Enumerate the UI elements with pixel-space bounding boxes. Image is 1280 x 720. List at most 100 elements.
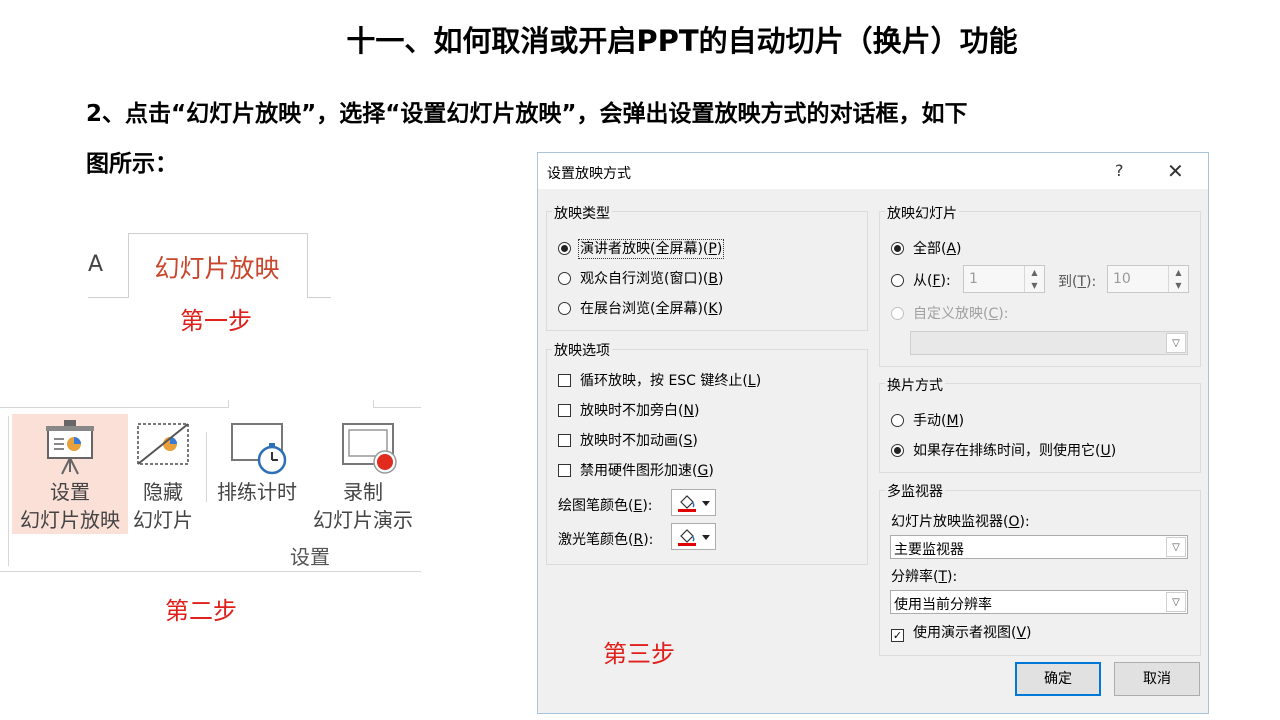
rehearse-timings-icon xyxy=(231,423,287,475)
option-text: 观众自行浏览(窗口)( xyxy=(580,271,709,287)
paragraph-line-2: 图所示： xyxy=(86,151,178,177)
access-key: L xyxy=(747,373,756,389)
button-label-line: 设置 xyxy=(50,480,90,504)
dialog-title: 设置放映方式 xyxy=(547,166,631,182)
button-label-line: 幻灯片放映 xyxy=(20,508,120,532)
setup-slideshow-button[interactable]: 设置 幻灯片放映 xyxy=(12,414,128,534)
spinner-arrows-icon[interactable]: ▲ ▼ xyxy=(1168,266,1188,292)
record-slideshow-button[interactable]: 录制 幻灯片演示 xyxy=(305,414,421,534)
dialog-titlebar[interactable] xyxy=(538,153,1208,189)
access-key: F xyxy=(932,273,941,289)
dropdown-value: 使用当前分辨率 xyxy=(894,597,992,613)
access-key: T xyxy=(938,569,948,585)
to-slide-spinner[interactable]: 10 ▲ ▼ xyxy=(1107,265,1189,293)
button-label-line: 录制 xyxy=(343,480,383,504)
radio-all-slides[interactable]: 全部(A) xyxy=(891,238,962,258)
radio-indicator xyxy=(891,274,904,287)
access-key: V xyxy=(1016,625,1027,641)
access-key: M xyxy=(946,413,959,429)
spinner-value: 1 xyxy=(969,271,978,287)
paint-bucket-icon xyxy=(678,495,710,512)
record-slideshow-label: 录制 幻灯片演示 xyxy=(305,478,421,534)
chevron-down-icon[interactable]: ▽ xyxy=(1166,537,1186,557)
chevron-down-icon[interactable]: ▽ xyxy=(1166,333,1186,353)
help-button[interactable]: ? xyxy=(1115,161,1124,180)
access-key: B xyxy=(708,271,718,287)
label-text: 激光笔颜色( xyxy=(558,532,634,548)
access-key: N xyxy=(683,403,694,419)
ribbon-separator xyxy=(8,416,9,566)
slideshow-monitor-dropdown[interactable]: 主要监视器 ▽ xyxy=(890,535,1188,559)
access-key: G xyxy=(697,463,709,479)
check-no-narration[interactable]: 放映时不加旁白(N) xyxy=(558,400,699,420)
from-slide-spinner[interactable]: 1 ▲ ▼ xyxy=(963,265,1045,293)
tab-baseline xyxy=(306,297,331,298)
rehearse-timings-button[interactable]: 排练计时 xyxy=(210,414,304,534)
hide-slide-button[interactable]: 隐藏 幻灯片 xyxy=(128,414,198,534)
ok-button[interactable]: 确定 xyxy=(1015,662,1101,696)
resolution-dropdown[interactable]: 使用当前分辨率 ▽ xyxy=(890,590,1188,614)
step-3-label: 第三步 xyxy=(603,640,675,668)
record-slideshow-icon xyxy=(342,423,397,474)
ribbon-top-border xyxy=(0,407,228,408)
radio-from-slides[interactable]: 从(F): xyxy=(891,270,951,290)
setup-show-dialog: 设置放映方式 ? ✕ 放映类型 演讲者放映(全屏幕)(P) 观众自行浏览(窗口)… xyxy=(537,152,1209,714)
tab-baseline xyxy=(88,297,129,298)
show-type-label: 放映类型 xyxy=(552,203,612,223)
ribbon-bottom-border xyxy=(0,571,421,572)
check-loop[interactable]: 循环放映，按 ESC 键终止(L) xyxy=(558,370,761,390)
advance-slides-label: 换片方式 xyxy=(885,375,945,395)
checkmark-icon: ✓ xyxy=(891,629,904,642)
paragraph-line-1: 2、点击“幻灯片放映”，选择“设置幻灯片放映”，会弹出设置放映方式的对话框，如下 xyxy=(86,101,968,127)
radio-use-timings[interactable]: 如果存在排练时间，则使用它(U) xyxy=(891,440,1116,460)
access-key: U xyxy=(1100,443,1111,459)
ribbon-separator xyxy=(206,432,207,502)
access-key: E xyxy=(633,498,643,514)
access-key: T xyxy=(1077,274,1087,290)
show-options-label: 放映选项 xyxy=(552,340,612,360)
radio-label: 演讲者放映(全屏幕)(P) xyxy=(577,239,725,259)
cancel-button[interactable]: 取消 xyxy=(1114,662,1200,696)
option-text: 全部( xyxy=(913,241,947,257)
hide-slide-label: 隐藏 幻灯片 xyxy=(128,478,198,534)
label-text: 幻灯片放映监视器( xyxy=(891,514,1009,530)
radio-indicator xyxy=(891,444,904,457)
tab-slideshow-label: 幻灯片放映 xyxy=(154,254,280,283)
slide-title: 十一、如何取消或开启PPT的自动切片（换片）功能 xyxy=(346,24,1018,58)
custom-show-dropdown[interactable]: ▽ xyxy=(910,331,1188,355)
close-icon[interactable]: ✕ xyxy=(1167,159,1184,183)
label-text: 到( xyxy=(1058,274,1078,290)
previous-tab-fragment[interactable]: A xyxy=(88,252,103,277)
option-text: 在展台浏览(全屏幕)( xyxy=(580,301,709,317)
radio-browsed-window[interactable]: 观众自行浏览(窗口)(B) xyxy=(558,268,723,288)
access-key: A xyxy=(946,241,957,257)
radio-manual[interactable]: 手动(M) xyxy=(891,410,964,430)
ribbon-top-border xyxy=(228,400,229,408)
spinner-arrows-icon[interactable]: ▲ ▼ xyxy=(1024,266,1044,292)
ribbon-top-border xyxy=(373,407,421,408)
check-disable-hw-accel[interactable]: 禁用硬件图形加速(G) xyxy=(558,460,714,480)
option-text: 放映时不加动画( xyxy=(580,433,684,449)
option-text: 手动( xyxy=(913,413,947,429)
check-presenter-view[interactable]: ✓ 使用演示者视图(V) xyxy=(891,622,1032,642)
check-no-animation[interactable]: 放映时不加动画(S) xyxy=(558,430,698,450)
laser-color-picker[interactable] xyxy=(671,523,716,550)
checkbox-indicator xyxy=(558,374,571,387)
button-label-line: 幻灯片 xyxy=(133,508,193,532)
access-key: C xyxy=(988,306,999,322)
laser-color-swatch xyxy=(678,543,696,546)
radio-custom-show[interactable]: 自定义放映(C): xyxy=(891,303,1008,323)
option-text: 如果存在排练时间，则使用它( xyxy=(913,443,1101,459)
setup-slideshow-label: 设置 幻灯片放映 xyxy=(12,478,128,534)
pen-color-picker[interactable] xyxy=(671,489,716,516)
option-text: 自定义放映( xyxy=(913,306,989,322)
chevron-down-icon[interactable]: ▽ xyxy=(1166,592,1186,612)
radio-kiosk[interactable]: 在展台浏览(全屏幕)(K) xyxy=(558,298,723,318)
to-slide-label: 到(T): xyxy=(1058,274,1097,290)
radio-indicator xyxy=(558,302,571,315)
paint-bucket-icon xyxy=(678,529,710,546)
access-key: R xyxy=(633,532,644,548)
access-key: K xyxy=(708,301,718,317)
radio-presenter[interactable]: 演讲者放映(全屏幕)(P) xyxy=(558,238,725,259)
option-text: 循环放映，按 ESC 键终止( xyxy=(580,373,748,389)
